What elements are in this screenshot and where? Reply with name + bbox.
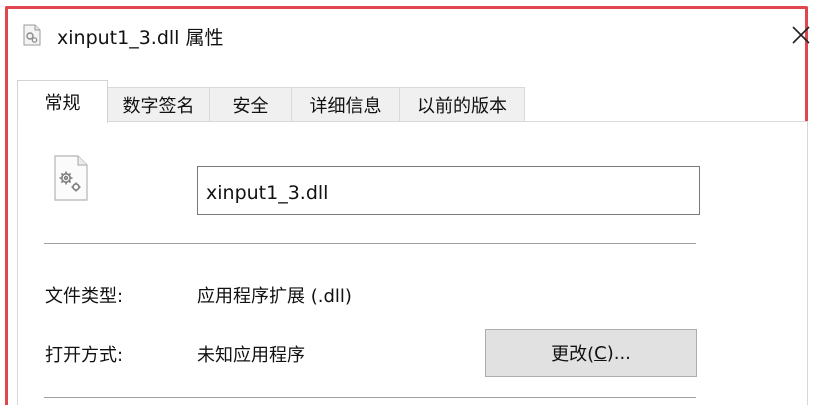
file-type-label: 文件类型: [45, 286, 124, 307]
window-title: xinput1_3.dll 属性 [57, 27, 224, 49]
tab-details-label: 详细信息 [309, 95, 382, 117]
change-button-prefix: 更改( [551, 344, 595, 365]
tab-digital-signatures-label: 数字签名 [122, 95, 195, 117]
close-icon [792, 26, 810, 44]
dll-file-icon [23, 24, 41, 46]
tab-digital-signatures[interactable]: 数字签名 [107, 87, 210, 121]
tab-general-label: 常规 [44, 93, 81, 114]
tab-previous-versions-label: 以前的版本 [417, 95, 507, 117]
properties-window: xinput1_3.dll 属性 常规 数字签名 安全 详细信息 以前的版本 x… [0, 0, 825, 405]
tab-details[interactable]: 详细信息 [291, 87, 400, 121]
open-with-value: 未知应用程序 [197, 345, 305, 366]
tab-security-label: 安全 [232, 95, 269, 117]
open-with-label: 打开方式: [45, 345, 124, 366]
tab-security[interactable]: 安全 [209, 87, 292, 121]
change-open-with-button[interactable]: 更改(C)... [485, 329, 697, 377]
divider-bottom [44, 397, 696, 398]
change-button-mnemonic: C [594, 342, 607, 364]
change-button-suffix: )... [606, 342, 631, 364]
file-name-input[interactable] [197, 166, 700, 215]
divider-top [44, 243, 696, 244]
tab-general[interactable]: 常规 [17, 80, 108, 123]
tab-previous-versions[interactable]: 以前的版本 [399, 87, 525, 121]
dll-gear-file-icon [54, 155, 88, 201]
close-button[interactable] [788, 22, 814, 48]
file-type-value: 应用程序扩展 (.dll) [197, 286, 352, 307]
